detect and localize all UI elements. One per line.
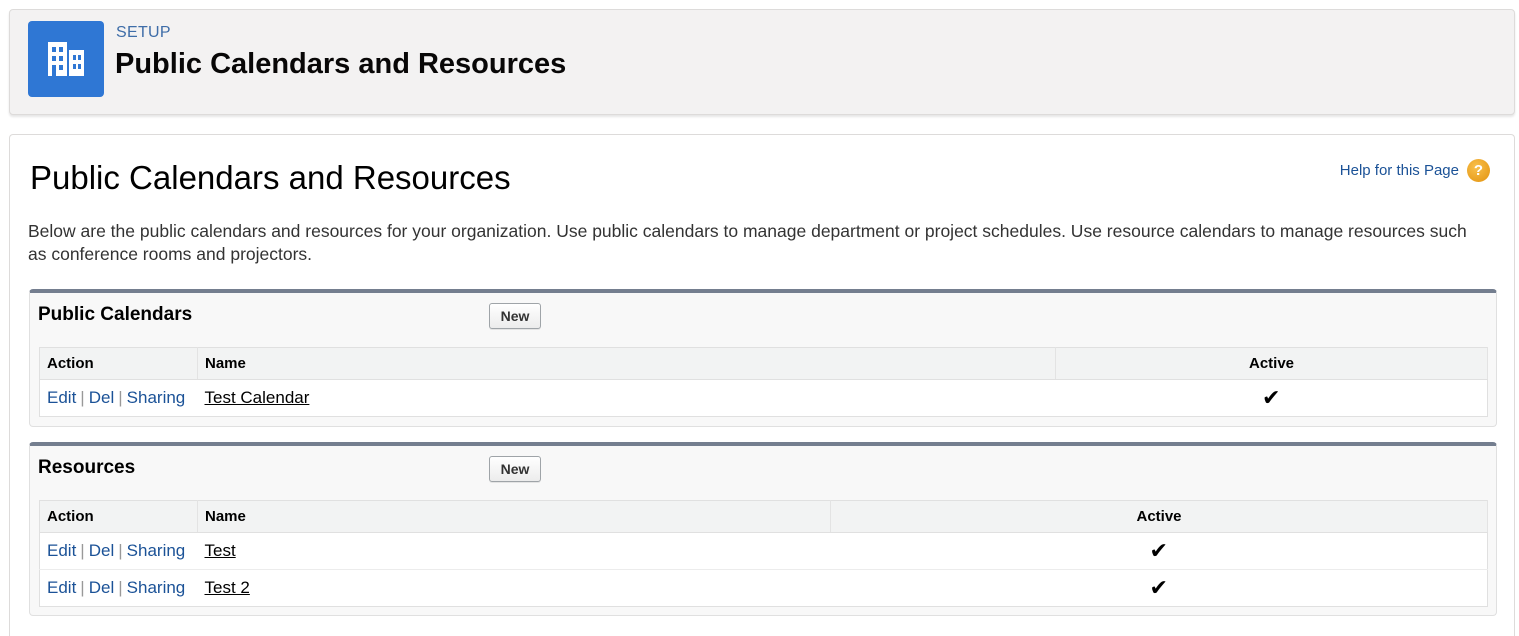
edit-link[interactable]: Edit	[47, 578, 76, 597]
checkmark-icon: ✔	[1149, 574, 1168, 600]
resources-title: Resources	[38, 457, 136, 478]
del-link[interactable]: Del	[89, 578, 115, 597]
help-question-icon: ?	[1467, 159, 1490, 182]
column-header-name: Name	[197, 347, 1056, 380]
help-link-label: Help for this Page	[1339, 162, 1459, 179]
action-cell: Edit | Del | Sharing	[39, 532, 198, 570]
page-description: Below are the public calendars and resou…	[28, 221, 1467, 264]
calendar-name-link[interactable]: Test Calendar	[205, 388, 310, 407]
public-calendars-section: Public Calendars New Action Name Active …	[29, 289, 1497, 427]
action-cell: Edit | Del | Sharing	[47, 388, 186, 407]
content-panel: Public Calendars and Resources Help for …	[9, 134, 1515, 636]
column-header-active: Active	[830, 500, 1488, 533]
active-cell: ✔	[831, 570, 1488, 607]
checkmark-icon: ✔	[1262, 384, 1281, 410]
resource-name-link[interactable]: Test	[205, 541, 236, 560]
edit-link[interactable]: Edit	[47, 388, 76, 407]
header-title: Public Calendars and Resources	[115, 48, 567, 80]
table-row: Edit | Del | Sharing Test 2 ✔	[40, 570, 1488, 607]
table-row: Edit | Del | Sharing Test Calendar ✔	[40, 380, 1488, 417]
page-title: Public Calendars and Resources	[30, 159, 511, 196]
help-for-this-page-link[interactable]: Help for this Page ?	[1340, 159, 1490, 182]
resource-name-link[interactable]: Test 2	[205, 578, 250, 597]
checkmark-icon: ✔	[1149, 537, 1168, 563]
public-calendars-table: Action Name Active Edit | Del | Sharing Test…	[39, 347, 1488, 417]
new-resource-button[interactable]: New	[489, 456, 541, 482]
sharing-link[interactable]: Sharing	[127, 578, 186, 597]
column-header-action: Action	[39, 347, 198, 380]
sharing-link[interactable]: Sharing	[127, 388, 186, 407]
sharing-link[interactable]: Sharing	[127, 541, 186, 560]
name-cell: Test Calendar	[198, 380, 1056, 417]
del-link[interactable]: Del	[89, 388, 115, 407]
column-header-action: Action	[39, 500, 198, 533]
new-public-calendar-button[interactable]: New	[489, 303, 541, 329]
setup-header: SETUP Public Calendars and Resources	[9, 9, 1515, 115]
public-calendars-title: Public Calendars	[38, 304, 193, 325]
column-header-active: Active	[1055, 347, 1488, 380]
setup-eyebrow: SETUP	[116, 24, 171, 41]
active-cell: ✔	[830, 532, 1488, 570]
action-cell: Edit | Del | Sharing	[47, 578, 186, 597]
resources-section: Resources New Action Name Active Edit | De…	[29, 442, 1497, 616]
name-cell: Test 2	[198, 570, 831, 607]
resources-table: Action Name Active Edit | Del | Sharing Test…	[39, 500, 1488, 607]
name-cell: Test	[197, 532, 831, 570]
edit-link[interactable]: Edit	[47, 541, 76, 560]
column-header-name: Name	[197, 500, 831, 533]
table-row: Edit | Del | Sharing Test ✔	[39, 532, 1488, 570]
building-icon	[28, 21, 104, 97]
active-cell: ✔	[1056, 380, 1488, 417]
del-link[interactable]: Del	[89, 541, 115, 560]
